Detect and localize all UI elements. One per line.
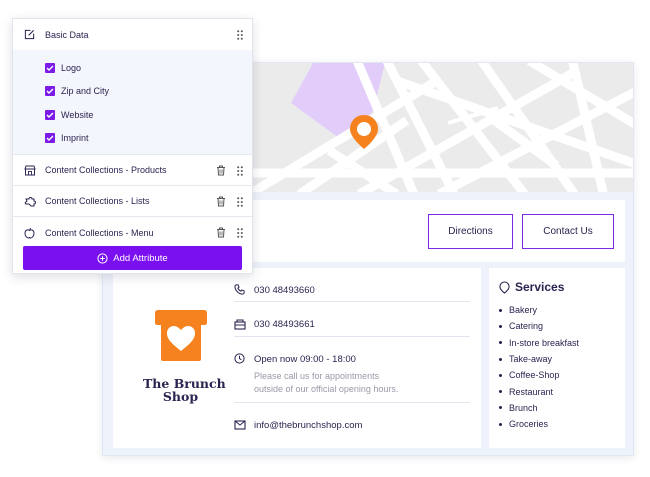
attribute-row-lists[interactable]: Content Collections - Lists: [13, 186, 252, 217]
list-item: Restaurant: [499, 383, 625, 399]
edit-icon: [24, 29, 35, 42]
add-attribute-label: Add Attribute: [113, 252, 168, 264]
map-pin-icon[interactable]: [349, 114, 379, 150]
services-panel: Services Bakery Catering In-store breakf…: [489, 268, 625, 448]
services-list: Bakery Catering In-store breakfast Take-…: [499, 302, 625, 432]
list-item: Take-away: [499, 351, 625, 367]
directions-button[interactable]: Directions: [428, 214, 513, 249]
basic-data-fields: Logo Zip and City Website Imprint: [13, 50, 252, 155]
checkbox-checked[interactable]: [45, 86, 55, 97]
contact-panel: The Brunch Shop 030 48493660 030 4849366…: [113, 268, 481, 448]
field-label: Imprint: [61, 133, 89, 144]
fax-icon: [234, 319, 246, 333]
list-item: Coffee-Shop: [499, 367, 625, 383]
checkbox-checked[interactable]: [45, 133, 55, 144]
attribute-row-products[interactable]: Content Collections - Products: [13, 155, 252, 186]
check-icon: [46, 88, 54, 95]
attribute-label: Content Collections - Products: [45, 165, 167, 175]
drag-handle-icon[interactable]: [237, 228, 243, 240]
list-item: Bakery: [499, 302, 625, 318]
attribute-row-basic-data[interactable]: Basic Data: [13, 19, 252, 50]
clock-icon: [234, 353, 245, 367]
services-title: Services: [515, 280, 565, 294]
mail-icon: [234, 420, 246, 433]
location-pin-icon: [499, 280, 510, 294]
trash-icon[interactable]: [216, 227, 226, 240]
attribute-label: Basic Data: [45, 29, 89, 40]
check-icon: [46, 112, 54, 118]
list-item: Catering: [499, 318, 625, 334]
trash-icon[interactable]: [216, 196, 226, 209]
trash-icon[interactable]: [216, 165, 226, 178]
drag-handle-icon[interactable]: [237, 197, 243, 209]
checkbox-checked[interactable]: [45, 62, 55, 73]
field-logo[interactable]: Logo: [13, 56, 252, 80]
contact-us-button[interactable]: Contact Us: [522, 214, 614, 249]
plus-circle-icon: [97, 252, 108, 264]
brand-logo: The Brunch Shop: [143, 308, 226, 404]
attribute-row-menu[interactable]: Content Collections - Menu: [13, 217, 252, 248]
check-icon: [46, 65, 54, 71]
drag-handle-icon[interactable]: [237, 30, 243, 42]
phone-icon: [234, 284, 245, 298]
attribute-label: Content Collections - Lists: [45, 196, 150, 206]
list-item: Brunch: [499, 400, 625, 416]
field-website[interactable]: Website: [13, 103, 252, 127]
field-zip-city[interactable]: Zip and City: [13, 80, 252, 104]
attribute-editor-panel: Basic Data Logo Zip and City Website Imp…: [12, 18, 253, 274]
contact-info-list: 030 48493660 030 48493661 Open now 09:00…: [234, 268, 470, 439]
shop-icon: [24, 165, 36, 178]
email-row[interactable]: info@thebrunchshop.com: [234, 403, 470, 439]
field-label: Zip and City: [61, 86, 110, 97]
checkbox-checked[interactable]: [45, 109, 55, 120]
check-icon: [46, 135, 54, 142]
list-item: Groceries: [499, 416, 625, 432]
hours-note-line2: outside of our official opening hours.: [254, 384, 399, 394]
hours-note-line1: Please call us for appointments: [254, 371, 380, 381]
field-label: Website: [61, 109, 94, 120]
phone-row[interactable]: 030 48493660: [234, 268, 470, 302]
apple-icon: [24, 227, 35, 241]
fax-row[interactable]: 030 48493661: [234, 302, 470, 337]
attribute-label: Content Collections - Menu: [45, 227, 154, 238]
field-label: Logo: [61, 62, 82, 73]
fax-number: 030 48493661: [254, 319, 315, 330]
puzzle-icon: [24, 196, 36, 209]
add-attribute-button[interactable]: Add Attribute: [23, 246, 242, 270]
opening-hours: Open now 09:00 - 18:00: [254, 354, 356, 365]
phone-number: 030 48493660: [254, 285, 315, 296]
list-item: In-store breakfast: [499, 335, 625, 351]
field-imprint[interactable]: Imprint: [13, 127, 252, 151]
bread-heart-icon: [154, 310, 207, 361]
email-address[interactable]: info@thebrunchshop.com: [254, 420, 362, 431]
logo-text-line2: Shop: [162, 389, 199, 404]
services-heading: Services: [499, 280, 625, 294]
opening-hours-row: Open now 09:00 - 18:00 Please call us fo…: [234, 337, 470, 403]
drag-handle-icon[interactable]: [237, 166, 243, 178]
